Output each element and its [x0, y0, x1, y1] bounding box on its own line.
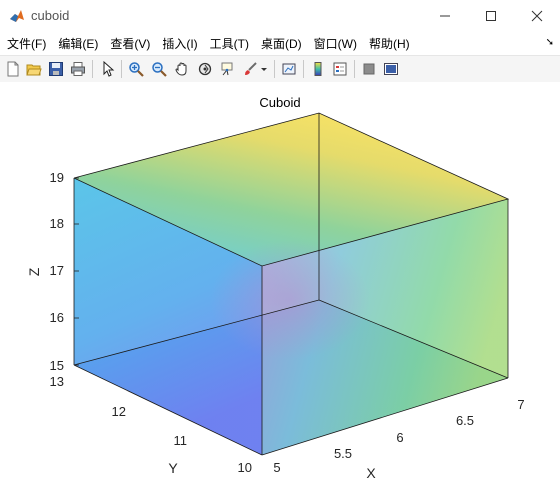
- open-file-icon[interactable]: [24, 59, 44, 79]
- x-tick-label: 6: [396, 430, 403, 445]
- z-tick-label: 19: [50, 170, 64, 185]
- toolbar-separator: [92, 60, 93, 78]
- minimize-button[interactable]: [422, 0, 468, 32]
- rotate-3d-icon[interactable]: [195, 59, 215, 79]
- y-tick-label: 12: [112, 404, 126, 419]
- toolbar-separator: [121, 60, 122, 78]
- x-tick-label: 6.5: [456, 413, 474, 428]
- y-tick-label: 10: [238, 460, 252, 475]
- cuboid-surface: [74, 113, 508, 455]
- x-tick-label: 5.5: [334, 446, 352, 461]
- x-tick-label: 5: [273, 460, 280, 475]
- menu-bar: 文件(F) 编辑(E) 查看(V) 插入(I) 工具(T) 桌面(D) 窗口(W…: [0, 33, 560, 53]
- figure-canvas: Cuboid 19 18 17 16 15 Z 13 12 11 10 Y 5 …: [0, 82, 560, 502]
- toolbar-separator: [274, 60, 275, 78]
- y-tick-label: 13: [50, 374, 64, 389]
- brush-icon[interactable]: [240, 59, 260, 79]
- toolbar: [0, 55, 560, 83]
- z-tick-label: 15: [50, 358, 64, 373]
- save-icon[interactable]: [46, 59, 66, 79]
- x-tick-label: 7: [517, 397, 524, 412]
- menu-tools[interactable]: 工具(T): [210, 35, 249, 52]
- zoom-in-icon[interactable]: [126, 59, 146, 79]
- print-icon[interactable]: [68, 59, 88, 79]
- z-tick-label: 17: [50, 263, 64, 278]
- hide-plot-tools-icon[interactable]: [359, 59, 379, 79]
- z-tick-label: 16: [50, 310, 64, 325]
- menu-help[interactable]: 帮助(H): [369, 35, 410, 52]
- menu-view[interactable]: 查看(V): [110, 35, 150, 52]
- menu-insert[interactable]: 插入(I): [162, 35, 197, 52]
- z-axis-label: Z: [26, 267, 42, 276]
- brush-dropdown-icon[interactable]: [259, 59, 269, 79]
- window-title: cuboid: [31, 8, 70, 23]
- title-bar: cuboid: [0, 0, 560, 32]
- toolbar-separator: [303, 60, 304, 78]
- close-button[interactable]: [514, 0, 560, 32]
- y-axis-label: Y: [168, 460, 178, 476]
- data-cursor-icon[interactable]: [217, 59, 237, 79]
- maximize-button[interactable]: [468, 0, 514, 32]
- zoom-out-icon[interactable]: [149, 59, 169, 79]
- x-axis-label: X: [366, 465, 376, 481]
- pan-icon[interactable]: [172, 59, 192, 79]
- menu-window[interactable]: 窗口(W): [314, 35, 357, 52]
- matlab-logo-icon: [9, 8, 25, 24]
- pointer-icon[interactable]: [98, 59, 118, 79]
- z-tick-label: 18: [50, 216, 64, 231]
- legend-icon[interactable]: [330, 59, 350, 79]
- toolbar-separator: [354, 60, 355, 78]
- menu-dock-arrow-icon[interactable]: ➘: [546, 37, 554, 48]
- show-plot-tools-icon[interactable]: [381, 59, 401, 79]
- menu-edit[interactable]: 编辑(E): [58, 35, 98, 52]
- y-tick-label: 11: [174, 433, 188, 448]
- minimize-icon: [440, 15, 450, 17]
- link-plot-icon[interactable]: [279, 59, 299, 79]
- new-figure-icon[interactable]: [3, 59, 23, 79]
- maximize-icon: [486, 11, 496, 21]
- menu-file[interactable]: 文件(F): [7, 35, 46, 52]
- menu-desktop[interactable]: 桌面(D): [261, 35, 302, 52]
- axes-3d[interactable]: 19 18 17 16 15 Z 13 12 11 10 Y 5 5.5 6 6…: [0, 82, 560, 502]
- colorbar-icon[interactable]: [308, 59, 328, 79]
- close-icon: [531, 10, 543, 22]
